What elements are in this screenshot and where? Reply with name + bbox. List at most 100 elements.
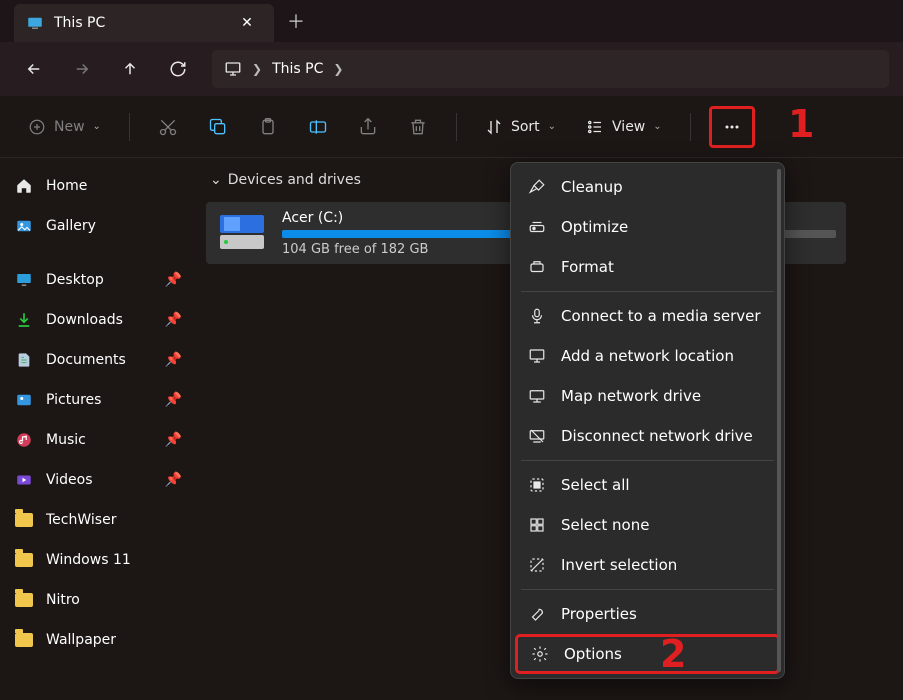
sidebar-item-label: Videos [46, 472, 153, 488]
sidebar-item-documents[interactable]: Documents 📌 [6, 340, 190, 380]
sidebar-item-desktop[interactable]: Desktop 📌 [6, 260, 190, 300]
invert-selection-icon [527, 555, 547, 575]
address-bar[interactable]: ❯ This PC ❯ [212, 50, 889, 88]
nav-bar: ❯ This PC ❯ [0, 42, 903, 96]
documents-icon [14, 350, 34, 370]
menu-item-properties[interactable]: Properties [515, 594, 780, 634]
sidebar-item-pictures[interactable]: Pictures 📌 [6, 380, 190, 420]
title-bar: This PC ✕ ＋ [0, 0, 903, 42]
menu-item-label: Add a network location [561, 347, 734, 365]
up-button[interactable] [110, 49, 150, 89]
rename-button[interactable] [298, 109, 338, 145]
menu-item-add-network[interactable]: Add a network location [515, 336, 780, 376]
view-icon [586, 118, 604, 136]
sidebar-item-label: Windows 11 [46, 552, 131, 568]
thispc-icon [26, 14, 44, 32]
menu-item-optimize[interactable]: Optimize [515, 207, 780, 247]
menu-item-invert-selection[interactable]: Invert selection [515, 545, 780, 585]
videos-icon [14, 470, 34, 490]
chevron-right-icon: ❯ [252, 62, 262, 76]
menu-separator [521, 291, 774, 292]
refresh-button[interactable] [158, 49, 198, 89]
delete-button[interactable] [398, 109, 438, 145]
sidebar-item-wallpaper[interactable]: Wallpaper [6, 620, 190, 660]
map-drive-icon [527, 386, 547, 406]
sidebar-item-label: Pictures [46, 392, 153, 408]
sidebar-item-music[interactable]: Music 📌 [6, 420, 190, 460]
desktop-icon [14, 270, 34, 290]
menu-item-select-all[interactable]: Select all [515, 465, 780, 505]
sidebar-item-downloads[interactable]: Downloads 📌 [6, 300, 190, 340]
more-button[interactable] [709, 106, 755, 148]
menu-item-map-drive[interactable]: Map network drive [515, 376, 780, 416]
paste-button[interactable] [248, 109, 288, 145]
forward-button[interactable] [62, 49, 102, 89]
chevron-down-icon: ⌄ [548, 121, 556, 132]
menu-item-label: Options [564, 645, 622, 663]
menu-item-connect-media[interactable]: Connect to a media server [515, 296, 780, 336]
chevron-down-icon: ⌄ [210, 172, 222, 188]
menu-item-options[interactable]: Options [515, 634, 780, 674]
view-button[interactable]: View ⌄ [576, 109, 672, 145]
disconnect-drive-icon [527, 426, 547, 446]
plus-circle-icon [28, 118, 46, 136]
sidebar-item-windows11[interactable]: Windows 11 [6, 540, 190, 580]
menu-item-disconnect-drive[interactable]: Disconnect network drive [515, 416, 780, 456]
menu-item-label: Select all [561, 476, 630, 494]
sort-label: Sort [511, 119, 540, 135]
menu-item-label: Cleanup [561, 178, 623, 196]
pin-icon: 📌 [165, 352, 182, 368]
back-button[interactable] [14, 49, 54, 89]
folder-icon [14, 550, 34, 570]
annotation-2: 2 [660, 632, 686, 676]
active-tab[interactable]: This PC ✕ [14, 4, 274, 42]
pin-icon: 📌 [165, 312, 182, 328]
breadcrumb-location[interactable]: This PC [272, 61, 323, 77]
sidebar-item-home[interactable]: Home [6, 166, 190, 206]
music-icon [14, 430, 34, 450]
sidebar-item-videos[interactable]: Videos 📌 [6, 460, 190, 500]
sidebar-item-nitro[interactable]: Nitro [6, 580, 190, 620]
media-server-icon [527, 306, 547, 326]
sidebar-item-techwiser[interactable]: TechWiser [6, 500, 190, 540]
menu-item-format[interactable]: Format [515, 247, 780, 287]
chevron-down-icon: ⌄ [653, 121, 661, 132]
sidebar: Home Gallery Desktop 📌 Downloads 📌 Docum… [0, 158, 196, 700]
share-button[interactable] [348, 109, 388, 145]
menu-item-label: Select none [561, 516, 649, 534]
add-network-icon [527, 346, 547, 366]
format-icon [527, 257, 547, 277]
menu-item-label: Format [561, 258, 614, 276]
chevron-down-icon: ⌄ [93, 121, 101, 132]
sidebar-item-gallery[interactable]: Gallery [6, 206, 190, 246]
divider [129, 113, 130, 141]
sort-icon [485, 118, 503, 136]
pin-icon: 📌 [165, 472, 182, 488]
menu-item-cleanup[interactable]: Cleanup [515, 167, 780, 207]
folder-icon [14, 630, 34, 650]
optimize-icon [527, 217, 547, 237]
sort-button[interactable]: Sort ⌄ [475, 109, 566, 145]
copy-button[interactable] [198, 109, 238, 145]
menu-item-label: Connect to a media server [561, 307, 761, 325]
sidebar-item-label: Gallery [46, 218, 96, 234]
new-label: New [54, 119, 85, 135]
close-tab-button[interactable]: ✕ [232, 8, 262, 38]
menu-item-label: Optimize [561, 218, 628, 236]
pin-icon: 📌 [165, 392, 182, 408]
sidebar-item-label: Desktop [46, 272, 153, 288]
sidebar-item-label: Wallpaper [46, 632, 116, 648]
scrollbar[interactable] [777, 169, 781, 672]
home-icon [14, 176, 34, 196]
divider [456, 113, 457, 141]
sidebar-item-label: Downloads [46, 312, 153, 328]
menu-separator [521, 460, 774, 461]
cut-button[interactable] [148, 109, 188, 145]
menu-separator [521, 589, 774, 590]
new-button[interactable]: New ⌄ [18, 109, 111, 145]
menu-item-select-none[interactable]: Select none [515, 505, 780, 545]
sidebar-item-label: Nitro [46, 592, 80, 608]
new-tab-button[interactable]: ＋ [274, 2, 318, 40]
sidebar-item-label: Home [46, 178, 87, 194]
section-label: Devices and drives [228, 172, 361, 188]
